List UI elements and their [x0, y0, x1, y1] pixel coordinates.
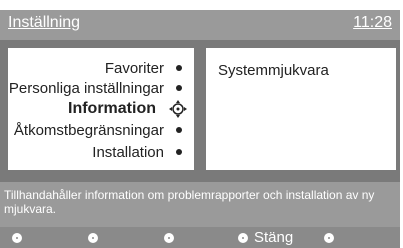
bullet-dot-icon [176, 85, 182, 91]
option-button-icon[interactable] [324, 233, 334, 243]
navigation-cursor-icon [168, 99, 188, 119]
menu-item-atkomstbegransningar[interactable]: Åtkomstbegränsningar [14, 120, 182, 140]
menu-title: Inställning [8, 14, 81, 31]
title-bar: Inställning 11:28 [0, 10, 400, 40]
menu-item-label: Installation [92, 143, 164, 161]
menu-item-installation[interactable]: Installation [92, 142, 182, 162]
menu-item-label: Information [68, 100, 156, 117]
menu-item-information[interactable]: Information [68, 99, 187, 119]
bullet-dot-icon [176, 149, 182, 155]
menu-item-label: Personliga inställningar [8, 79, 164, 97]
submenu-item-systemmjukvara[interactable]: Systemmjukvara [218, 62, 329, 79]
red-button-icon[interactable] [12, 233, 22, 243]
yellow-button-icon[interactable] [164, 233, 174, 243]
tv-menu-screen: Inställning 11:28 Favoriter Personliga i… [0, 0, 403, 248]
menu-item-personliga-installningar[interactable]: Personliga inställningar [9, 78, 182, 98]
blue-button-icon[interactable] [238, 233, 248, 243]
menu-item-favoriter[interactable]: Favoriter [105, 58, 182, 78]
menu-panel: Favoriter Personliga inställningar Infor… [0, 40, 400, 182]
clock: 11:28 [353, 14, 392, 31]
bottom-button-bar: Stäng [0, 227, 400, 248]
menu-item-label: Åtkomstbegränsningar [13, 121, 164, 139]
menu-list: Favoriter Personliga inställningar Infor… [8, 48, 194, 170]
help-description: Tillhandahåller information om problemra… [4, 188, 375, 216]
bullet-dot-icon [176, 127, 182, 133]
close-button-label[interactable]: Stäng [254, 229, 293, 246]
bullet-dot-icon [176, 65, 182, 71]
info-panel: Systemmjukvara [206, 48, 396, 170]
menu-item-label: Favoriter [104, 59, 164, 77]
green-button-icon[interactable] [88, 233, 98, 243]
